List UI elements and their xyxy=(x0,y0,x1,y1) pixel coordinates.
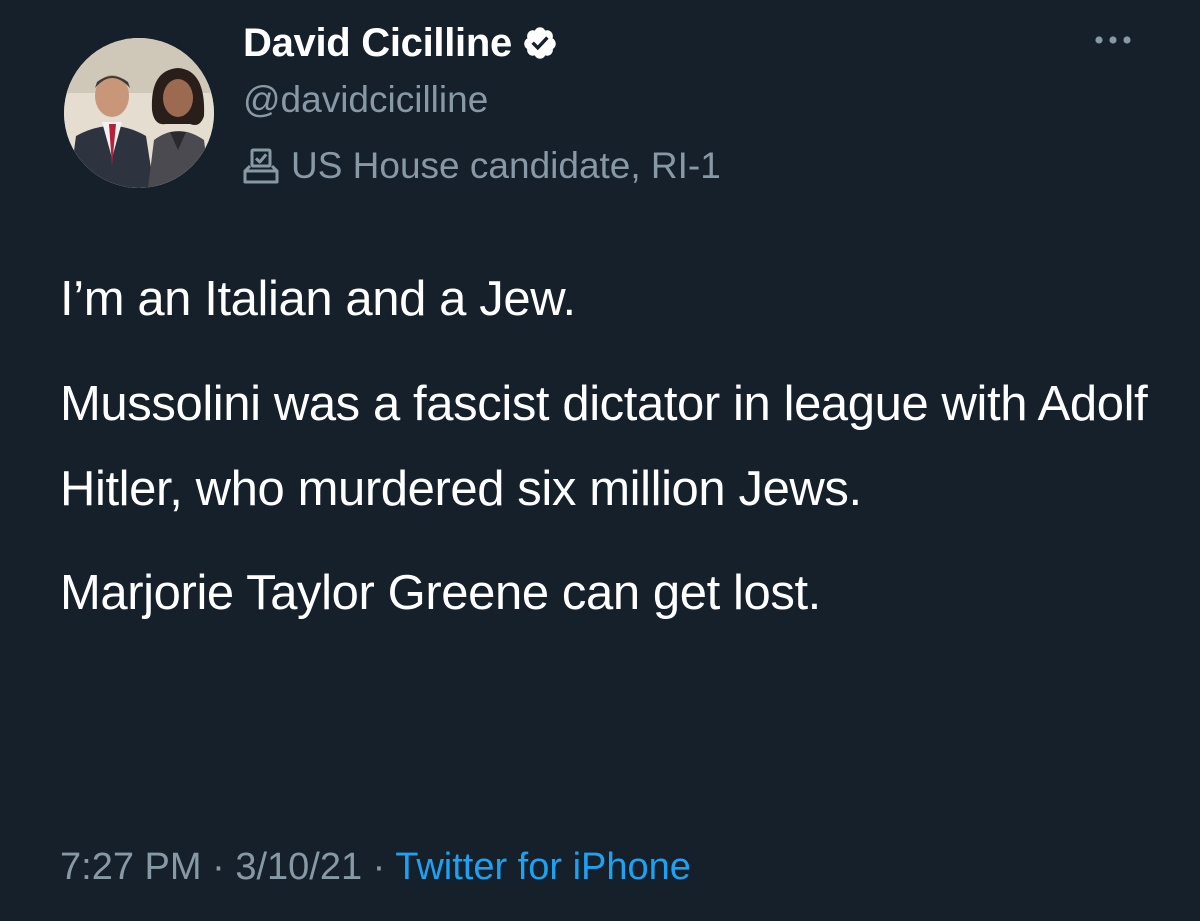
tweet-metadata: 7:27 PM · 3/10/21 · Twitter for iPhone xyxy=(60,842,691,892)
more-options-button[interactable] xyxy=(1088,22,1138,58)
author-label: US House candidate, RI-1 xyxy=(291,145,721,186)
verified-badge-icon xyxy=(522,25,558,61)
avatar[interactable] xyxy=(64,38,214,188)
ballot-box-icon xyxy=(237,142,285,190)
tweet-paragraph: Marjorie Taylor Greene can get lost. xyxy=(60,566,821,620)
tweet-paragraph: I’m an Italian and a Jew. xyxy=(60,272,576,326)
tweet-card: David Cicilline @davidcicilline US House… xyxy=(0,0,1200,921)
author-label-row: US House candidate, RI-1 xyxy=(237,142,721,190)
more-dots-icon xyxy=(1095,36,1131,44)
meta-separator: · xyxy=(372,846,386,888)
display-name[interactable]: David Cicilline xyxy=(243,20,512,66)
tweet-source-link[interactable]: Twitter for iPhone xyxy=(395,846,691,888)
tweet-text: I’m an Italian and a Jew. Mussolini was … xyxy=(60,262,1170,655)
avatar-photo xyxy=(64,38,214,188)
author-handle[interactable]: @davidcicilline xyxy=(243,78,488,122)
tweet-date[interactable]: 3/10/21 xyxy=(235,846,362,888)
author-name-row[interactable]: David Cicilline xyxy=(243,20,558,66)
meta-separator: · xyxy=(212,846,225,888)
tweet-paragraph: Mussolini was a fascist dictator in leag… xyxy=(60,377,1148,516)
tweet-time[interactable]: 7:27 PM xyxy=(60,846,202,888)
